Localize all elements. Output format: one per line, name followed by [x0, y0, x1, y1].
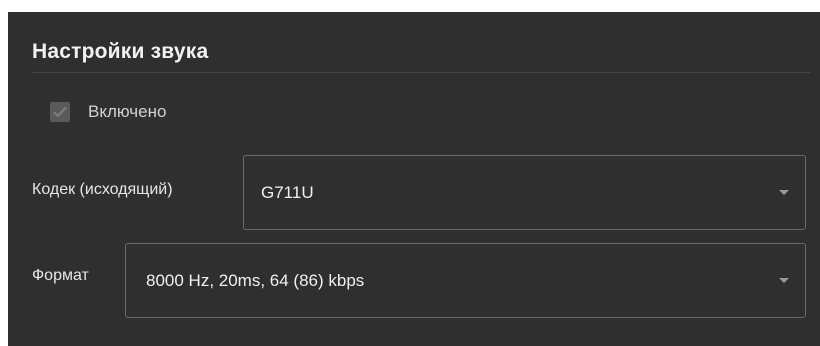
enabled-checkbox-row[interactable]: Включено	[50, 100, 166, 124]
format-select-value: 8000 Hz, 20ms, 64 (86) kbps	[146, 270, 365, 290]
chevron-down-icon	[779, 278, 789, 283]
enabled-checkbox[interactable]	[50, 102, 70, 122]
section-divider	[32, 72, 810, 73]
codec-label: Кодек (исходящий)	[32, 181, 173, 198]
format-label: Формат	[32, 267, 89, 284]
audio-settings-panel: Настройки звука Включено Кодек (исходящи…	[8, 12, 820, 346]
enabled-checkbox-label: Включено	[88, 102, 167, 121]
section-title: Настройки звука	[32, 40, 209, 63]
format-select[interactable]: 8000 Hz, 20ms, 64 (86) kbps	[125, 243, 806, 318]
codec-select[interactable]: G711U	[243, 155, 806, 230]
codec-select-value: G711U	[261, 182, 314, 202]
chevron-down-icon	[779, 190, 789, 195]
checkmark-icon	[53, 106, 67, 118]
